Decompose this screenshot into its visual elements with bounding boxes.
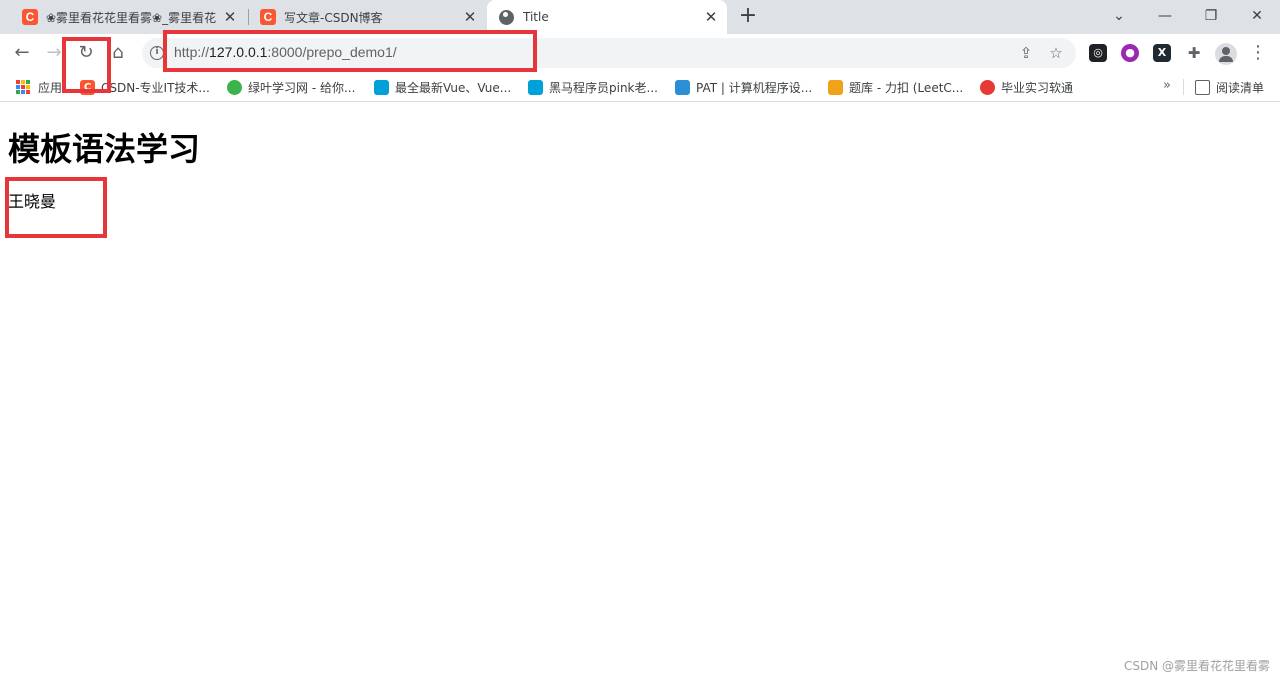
extension-icon[interactable]: ◎ xyxy=(1089,44,1107,62)
bookmark-label: 题库 - 力扣 (LeetC... xyxy=(849,80,964,95)
close-window-button[interactable]: ✕ xyxy=(1242,5,1272,27)
bookmark-label: CSDN-专业IT技术... xyxy=(101,80,210,95)
leaf-icon xyxy=(227,79,242,95)
pat-icon xyxy=(675,79,690,95)
bookmark-vue[interactable]: 最全最新Vue、Vue... xyxy=(374,78,511,96)
divider xyxy=(1183,79,1184,95)
bookmark-pink[interactable]: 黑马程序员pink老... xyxy=(528,78,658,96)
profile-avatar[interactable] xyxy=(1215,43,1237,65)
bilibili-icon xyxy=(528,79,543,95)
bookmarks-overflow-icon[interactable]: » xyxy=(1163,78,1171,93)
bookmark-lvye[interactable]: 绿叶学习网 - 给你... xyxy=(227,78,355,96)
tab-title: ❀雾里看花花里看雾❀_雾里看花花里看雾 xyxy=(46,10,216,25)
page-heading: 模板语法学习 xyxy=(8,130,201,168)
tab-strip: C ❀雾里看花花里看雾❀_雾里看花花里看雾 ✕ C 写文章-CSDN博客 ✕ T… xyxy=(0,0,1280,34)
new-tab-button[interactable]: + xyxy=(736,5,760,29)
tab-csdn-profile[interactable]: C ❀雾里看花花里看雾❀_雾里看花花里看雾 ✕ xyxy=(10,0,246,34)
bookmark-label: PAT | 计算机程序设... xyxy=(696,80,813,95)
share-icon[interactable]: ⇪ xyxy=(1016,43,1036,63)
extensions-puzzle-icon[interactable]: ✚ xyxy=(1185,44,1203,62)
close-tab-icon[interactable]: ✕ xyxy=(703,9,719,25)
restore-button[interactable]: ❐ xyxy=(1196,5,1226,27)
annotation-box-reload xyxy=(62,37,111,93)
leetcode-icon xyxy=(828,79,843,95)
bookmark-label: 绿叶学习网 - 给你... xyxy=(248,80,356,95)
csdn-icon: C xyxy=(22,9,38,25)
bookmark-label: 应用 xyxy=(38,80,63,95)
tab-csdn-write[interactable]: C 写文章-CSDN博客 ✕ xyxy=(250,0,486,34)
bookmark-star-icon[interactable]: ☆ xyxy=(1046,43,1066,63)
reading-list-button[interactable]: 阅读清单 xyxy=(1195,78,1264,96)
tab-search-icon[interactable]: ⌄ xyxy=(1104,5,1134,27)
extension-x-icon[interactable]: X xyxy=(1153,44,1171,62)
tab-separator xyxy=(248,9,249,25)
bookmark-pat[interactable]: PAT | 计算机程序设... xyxy=(675,78,812,96)
reading-list-icon xyxy=(1195,79,1210,95)
watermark: CSDN @雾里看花花里看雾 xyxy=(1123,659,1270,673)
globe-icon xyxy=(499,9,514,25)
apps-grid-icon xyxy=(16,80,30,94)
csdn-icon: C xyxy=(260,9,276,25)
softstone-icon xyxy=(980,79,995,95)
bookmark-softstone[interactable]: 毕业实习软通 xyxy=(980,78,1073,96)
bookmark-label: 黑马程序员pink老... xyxy=(549,80,658,95)
tab-title: Title xyxy=(523,10,549,24)
minimize-button[interactable]: — xyxy=(1150,5,1180,27)
bookmark-leetcode[interactable]: 题库 - 力扣 (LeetC... xyxy=(828,78,963,96)
close-tab-icon[interactable]: ✕ xyxy=(222,9,238,25)
back-button[interactable]: ← xyxy=(10,41,34,65)
extension-icon[interactable]: ● xyxy=(1121,44,1139,62)
info-icon[interactable]: i xyxy=(150,46,164,60)
menu-icon[interactable]: ⋮ xyxy=(1246,41,1270,65)
annotation-box-name xyxy=(5,177,107,238)
tab-title: 写文章-CSDN博客 xyxy=(284,10,383,25)
close-tab-icon[interactable]: ✕ xyxy=(462,9,478,25)
bilibili-icon xyxy=(374,79,389,95)
bookmark-label: 最全最新Vue、Vue... xyxy=(395,80,512,95)
bookmark-apps[interactable]: 应用 xyxy=(16,78,62,96)
tab-active-title[interactable]: Title ✕ xyxy=(487,0,727,34)
reading-list-label: 阅读清单 xyxy=(1216,80,1265,95)
bookmarks-bar: 应用 C CSDN-专业IT技术... 绿叶学习网 - 给你... 最全最新Vu… xyxy=(0,72,1280,102)
annotation-box-url xyxy=(163,30,537,72)
bookmark-label: 毕业实习软通 xyxy=(1001,80,1074,95)
